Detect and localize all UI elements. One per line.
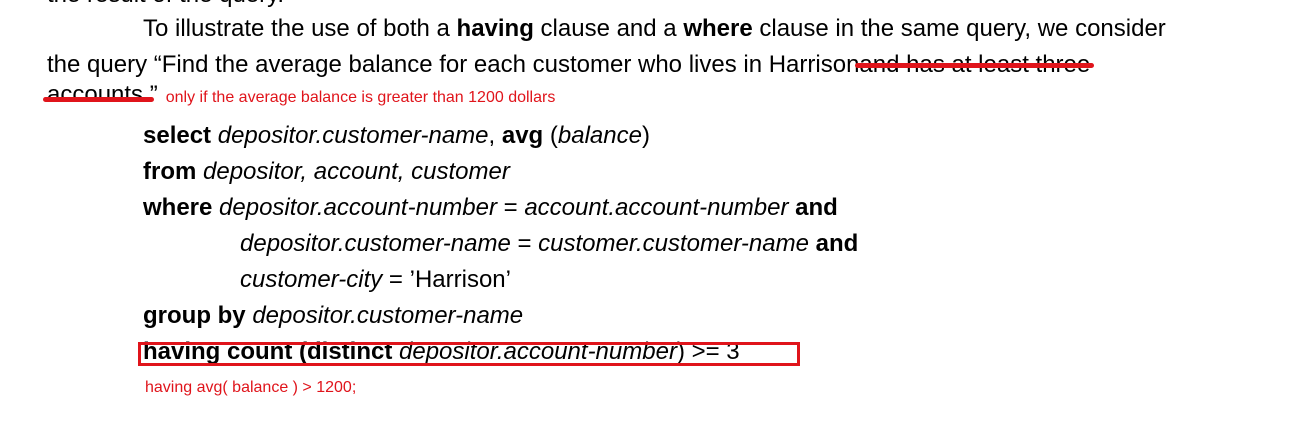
struck-text: and has at least three [855,50,1095,80]
sql-keyword: from [143,158,203,185]
sql-keyword: group by [143,302,253,329]
keyword-where: where [683,15,753,42]
sql-identifier: customer.customer-name [538,230,809,257]
sql-literal: = ’Harrison’ [382,266,511,293]
sql-identifier: account.account-number [524,194,789,221]
sql-keyword: where [143,194,220,221]
replacement-annotation: having avg( balance ) > 1200; [145,379,357,396]
paragraph-line-2: the query “Find the average balance for … [47,50,1095,80]
cut-off-line: the result of the query. [47,0,284,10]
sql-punct: = [496,194,525,221]
sql-identifier: depositor.account-number [219,194,497,221]
sql-keyword: avg [501,122,544,149]
sql-identifier: depositor.customer-name [252,302,524,329]
sql-where-line: where depositor.account-number = account… [143,193,838,223]
sql-group-by-line: group by depositor.customer-name [143,301,523,331]
red-strikethrough [855,63,1095,68]
text-run: To illustrate the use of both a [143,15,457,42]
sql-punct: = [510,230,539,257]
sql-punct: , [488,122,502,149]
sql-identifier: depositor.customer-name [240,230,511,257]
text-run: clause in the same query, we consider [752,15,1166,42]
paragraph-line-3: accounts.” only if the average balance is… [43,80,556,113]
red-strikethrough [43,97,154,102]
struck-text-content: accounts. [47,81,150,108]
sql-identifier: depositor, account, customer [203,158,510,185]
sql-punct: ( [543,122,558,149]
sql-punct: ) [641,122,650,149]
struck-text: accounts. [43,80,154,110]
keyword-having: having [456,15,534,42]
sql-condition-line: customer-city = ’Harrison’ [240,265,511,295]
sql-keyword: and [808,230,859,257]
sql-keyword: select [143,122,218,149]
paragraph-line-1: To illustrate the use of both a having c… [143,14,1166,44]
sql-identifier: depositor.customer-name [217,122,489,149]
sql-from-line: from depositor, account, customer [143,157,510,187]
red-strike-box [138,342,800,366]
handwritten-annotation: only if the average balance is greater t… [165,89,556,106]
sql-condition-line: depositor.customer-name = customer.custo… [240,229,858,259]
sql-keyword: and [788,194,838,221]
text-run: the query “Find the average balance for … [47,51,860,78]
closing-quote: ” [149,81,158,108]
sql-identifier: customer-city [240,266,383,293]
text-run: clause and a [533,15,684,42]
sql-identifier: balance [557,122,642,149]
sql-select-line: select depositor.customer-name, avg (bal… [143,121,650,151]
